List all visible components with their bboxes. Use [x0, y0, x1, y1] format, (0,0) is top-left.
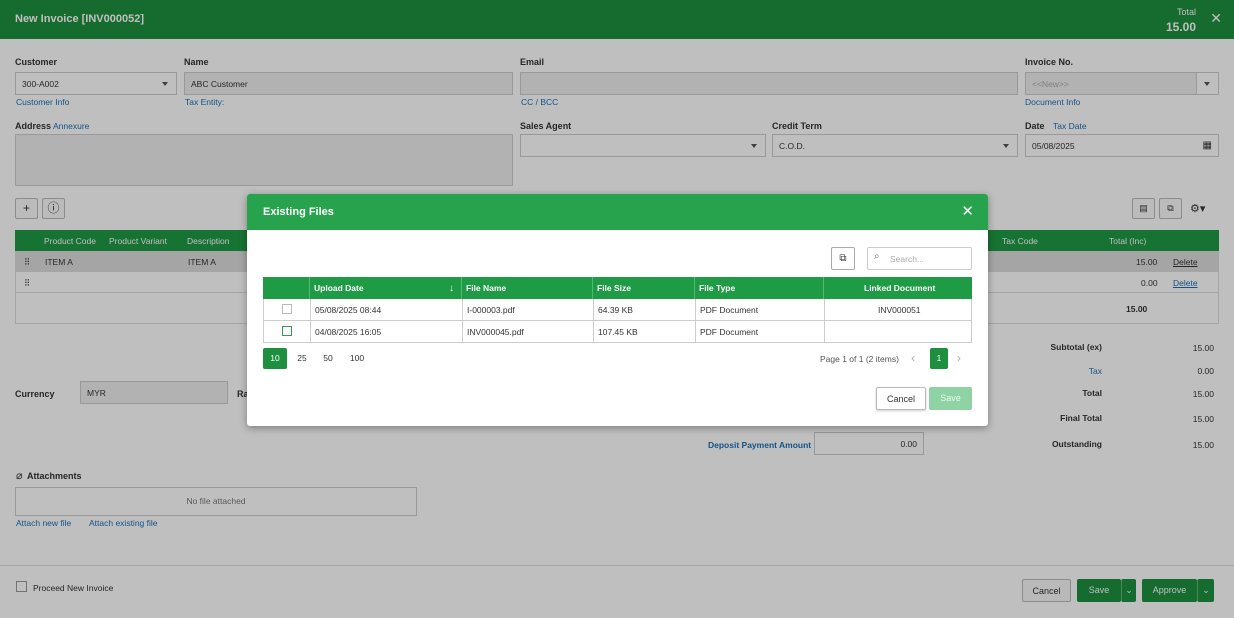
- close-icon[interactable]: ✕: [961, 202, 974, 220]
- col-linked-document[interactable]: Linked Document: [864, 283, 935, 293]
- col-upload-date[interactable]: Upload Date: [314, 283, 364, 293]
- dialog-save-button[interactable]: Save: [929, 387, 972, 410]
- sort-down-icon[interactable]: ↓: [449, 283, 454, 294]
- chevron-right-icon[interactable]: ›: [957, 351, 961, 365]
- search-icon: ⌕: [874, 251, 880, 262]
- row-checkbox[interactable]: [282, 326, 292, 336]
- page-info: Page 1 of 1 (2 items): [820, 354, 899, 364]
- file-type: PDF Document: [700, 305, 759, 315]
- table-row[interactable]: 04/08/2025 16:05 INV000045.pdf 107.45 KB…: [263, 321, 972, 343]
- linked-document: INV000051: [878, 305, 921, 315]
- chevron-left-icon[interactable]: ‹: [911, 351, 915, 365]
- copy-icon: ⧉: [839, 253, 847, 264]
- page-size-100[interactable]: 100: [344, 348, 370, 369]
- col-file-size[interactable]: File Size: [597, 283, 631, 293]
- file-size: 107.45 KB: [598, 327, 638, 337]
- page-1-button[interactable]: 1: [930, 348, 948, 369]
- file-size: 64.39 KB: [598, 305, 633, 315]
- files-grid-header: Upload Date ↓ File Name File Size File T…: [263, 277, 972, 299]
- table-row[interactable]: 05/08/2025 08:44 I-000003.pdf 64.39 KB P…: [263, 299, 972, 321]
- dialog-header: Existing Files ✕: [247, 194, 988, 230]
- col-file-name[interactable]: File Name: [466, 283, 506, 293]
- row-checkbox[interactable]: [282, 304, 292, 314]
- existing-files-dialog: Existing Files ✕ ⧉ Search... ⌕ Upload Da…: [247, 194, 988, 426]
- dialog-cancel-button[interactable]: Cancel: [876, 387, 926, 410]
- dialog-title: Existing Files: [263, 206, 334, 218]
- page-size-50[interactable]: 50: [317, 348, 339, 369]
- upload-date: 04/08/2025 16:05: [315, 327, 382, 337]
- column-chooser-button[interactable]: ⧉: [831, 247, 855, 270]
- upload-date: 05/08/2025 08:44: [315, 305, 382, 315]
- file-name: INV000045.pdf: [467, 327, 524, 337]
- page-size-10[interactable]: 10: [263, 348, 287, 369]
- search-input[interactable]: Search...: [867, 247, 972, 270]
- file-type: PDF Document: [700, 327, 759, 337]
- col-file-type[interactable]: File Type: [699, 283, 735, 293]
- page-size-25[interactable]: 25: [291, 348, 313, 369]
- file-name: I-000003.pdf: [467, 305, 515, 315]
